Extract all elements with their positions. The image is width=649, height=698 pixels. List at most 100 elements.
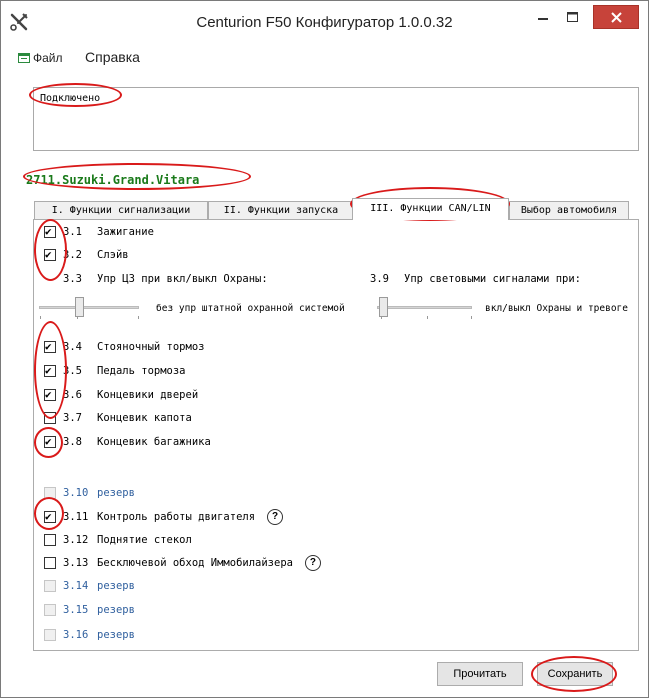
slider-3-3-value: без упр штатной охранной системой [156,303,345,314]
option-label: Контроль работы двигателя [97,511,256,523]
checkbox-3-13[interactable] [44,557,56,569]
check-mark-icon: ✔ [45,510,52,523]
option-label: Зажигание [97,226,154,238]
option-row-3-7[interactable]: 3.7 Концевик капота [44,409,192,427]
help-icon[interactable]: ? [304,555,321,571]
option-row-3-2[interactable]: ✔ 3.2 Слэйв [44,246,129,264]
checkbox-3-12[interactable] [44,534,56,546]
option-label: резерв [97,487,135,499]
slider-tick [381,316,382,319]
selected-car-label: 2711.Suzuki.Grand.Vitara [26,173,200,187]
slider-tick [471,316,472,319]
option-number: 3.1 [63,226,82,238]
tab-strip: I. Функции сигнализации II. Функции запу… [34,198,634,220]
checkbox-3-8[interactable]: ✔ [44,436,56,448]
option-number: 3.5 [63,365,82,377]
slider-3-3[interactable] [39,297,139,319]
option-number: 3.12 [63,534,89,546]
checkbox-3-16 [44,629,56,641]
option-number: 3.3 [63,273,82,285]
save-button[interactable]: Сохранить [537,662,613,686]
menu-help[interactable]: Справка [85,49,140,65]
minimize-icon [538,18,548,20]
checkbox-3-11[interactable]: ✔ [44,511,56,523]
slider-3-9-title: 3.9 Упр световыми сигналами при: [370,270,581,288]
slider-tick [138,316,139,319]
help-icon[interactable]: ? [267,509,284,525]
option-number: 3.10 [63,487,89,499]
option-label: Концевик багажника [97,436,211,448]
tab-can-lin-functions[interactable]: III. Функции CAN/LIN [352,198,509,220]
slider-title: Упр ЦЗ при вкл/выкл Охраны: [97,273,268,285]
slider-tick [40,316,41,319]
checkbox-3-7[interactable] [44,412,56,424]
option-label: резерв [97,629,135,641]
option-row-3-13[interactable]: 3.13 Бесключевой обход Иммобилайзера ? [44,554,321,572]
title-bar: Centurion F50 Конфигуратор 1.0.0.32 [1,1,648,41]
status-text: Подключено [40,93,101,104]
file-menu-icon [18,53,30,63]
tab-car-selection[interactable]: Выбор автомобиля [509,201,629,219]
option-number: 3.2 [63,249,82,261]
option-label: резерв [97,604,135,616]
option-label: Бесключевой обход Иммобилайзера [97,557,293,569]
slider-3-3-title: 3.3 Упр ЦЗ при вкл/выкл Охраны: [63,270,268,288]
option-number: 3.16 [63,629,89,641]
option-row-3-8[interactable]: ✔ 3.8 Концевик багажника [44,433,211,451]
option-number: 3.9 [370,273,389,285]
option-label: Поднятие стекол [97,534,192,546]
close-button[interactable] [593,5,639,29]
option-label: Педаль тормоза [97,365,186,377]
option-row-3-10: 3.10 резерв [44,484,135,502]
checkbox-3-6[interactable]: ✔ [44,389,56,401]
option-row-3-12[interactable]: 3.12 Поднятие стекол [44,531,192,549]
option-row-3-6[interactable]: ✔ 3.6 Концевики дверей [44,386,198,404]
slider-track [377,306,472,309]
configurator-window: Centurion F50 Конфигуратор 1.0.0.32 Файл… [0,0,649,698]
option-number: 3.13 [63,557,89,569]
check-mark-icon: ✔ [45,364,52,377]
close-icon [610,11,622,23]
slider-tick [77,316,78,319]
option-number: 3.4 [63,341,82,353]
read-button[interactable]: Прочитать [437,662,523,686]
checkbox-3-14 [44,580,56,592]
slider-thumb[interactable] [379,297,388,317]
tab-start-functions[interactable]: II. Функции запуска [208,201,354,219]
tab-alarm-functions[interactable]: I. Функции сигнализации [34,201,208,219]
option-row-3-16: 3.16 резерв [44,626,135,644]
slider-title: Упр световыми сигналами при: [404,273,582,285]
checkbox-3-10 [44,487,56,499]
checkbox-3-15 [44,604,56,616]
option-number: 3.14 [63,580,89,592]
option-row-3-4[interactable]: ✔ 3.4 Стояночный тормоз [44,338,204,356]
checkbox-3-4[interactable]: ✔ [44,341,56,353]
slider-thumb[interactable] [75,297,84,317]
option-label: Слэйв [97,249,129,261]
check-mark-icon: ✔ [45,340,52,353]
menu-file[interactable]: Файл [33,51,63,65]
checkbox-3-2[interactable]: ✔ [44,249,56,261]
minimize-button[interactable] [529,5,557,29]
maximize-button[interactable] [558,5,586,29]
option-row-3-1[interactable]: ✔ 3.1 Зажигание [44,223,154,241]
option-row-3-11[interactable]: ✔ 3.11 Контроль работы двигателя ? [44,508,284,526]
option-number: 3.15 [63,604,89,616]
status-log: Подключено [33,87,639,151]
option-row-3-14: 3.14 резерв [44,577,135,595]
checkbox-3-1[interactable]: ✔ [44,226,56,238]
slider-tick [427,316,428,319]
check-mark-icon: ✔ [45,435,52,448]
option-label: Концевик капота [97,412,192,424]
option-number: 3.8 [63,436,82,448]
option-number: 3.11 [63,511,89,523]
option-number: 3.6 [63,389,82,401]
option-row-3-5[interactable]: ✔ 3.5 Педаль тормоза [44,362,186,380]
check-mark-icon: ✔ [45,388,52,401]
menu-bar: Файл Справка [1,45,648,71]
slider-3-9[interactable] [377,297,472,319]
option-label: резерв [97,580,135,592]
checkbox-3-5[interactable]: ✔ [44,365,56,377]
option-label: Стояночный тормоз [97,341,205,353]
option-label: Концевики дверей [97,389,199,401]
